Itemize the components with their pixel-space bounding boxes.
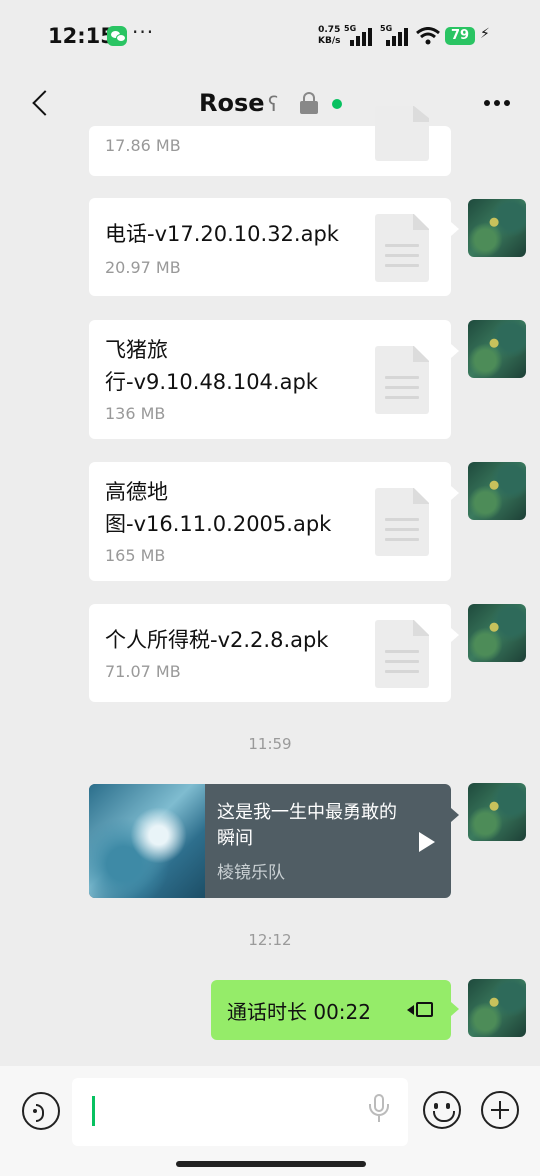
message-time: 12:12 <box>248 931 292 949</box>
avatar[interactable] <box>468 320 526 378</box>
file-message[interactable]: 电话-v17.20.10.32.apk 20.97 MB <box>89 198 459 296</box>
avatar[interactable] <box>468 199 526 257</box>
more-notifications-icon: ··· <box>132 20 155 44</box>
call-duration-text: 通话时长 00:22 <box>227 1000 371 1024</box>
online-status-dot <box>332 99 342 109</box>
ear-icon: ʕ <box>268 92 279 116</box>
home-indicator[interactable] <box>176 1161 366 1167</box>
lock-icon <box>300 92 318 114</box>
signal-icon <box>386 26 408 46</box>
avatar[interactable] <box>468 604 526 662</box>
album-cover <box>89 784 205 898</box>
music-artist: 棱镜乐队 <box>217 863 285 883</box>
file-name-line-2: 行-v9.10.48.104.apk <box>105 370 318 394</box>
file-message[interactable]: 飞猪旅 行-v9.10.48.104.apk 136 MB <box>89 320 459 439</box>
file-message[interactable]: 高德地 图-v16.11.0.2005.apk 165 MB <box>89 462 459 581</box>
bubble-tail <box>451 808 459 822</box>
wechat-icon <box>107 26 127 46</box>
video-call-icon <box>407 1001 435 1019</box>
network-speed-value: 0.75 <box>318 25 341 35</box>
file-icon <box>375 346 429 414</box>
message-input[interactable] <box>72 1078 408 1146</box>
music-message[interactable]: 这是我一生中最勇敢的瞬间 棱镜乐队 <box>89 784 451 898</box>
more-functions-button[interactable] <box>481 1091 519 1129</box>
file-icon <box>375 488 429 556</box>
avatar[interactable] <box>468 783 526 841</box>
file-size: 165 MB <box>105 546 166 565</box>
file-icon <box>375 106 429 161</box>
file-name-line-1: 飞猪旅 <box>105 338 168 362</box>
voice-input-button[interactable] <box>22 1092 60 1130</box>
network-speed-unit: KB/s <box>318 36 341 46</box>
more-button[interactable] <box>478 86 514 116</box>
message-time: 11:59 <box>248 735 292 753</box>
music-title: 这是我一生中最勇敢的瞬间 <box>217 802 397 849</box>
charging-icon: ⚡ <box>480 26 490 42</box>
text-cursor <box>92 1096 95 1126</box>
status-bar: 12:15 ··· 0.75 KB/s 5G 5G 79 ⚡ <box>0 0 540 72</box>
file-size: 71.07 MB <box>105 662 181 681</box>
file-icon <box>375 620 429 688</box>
file-name-line-1: 高德地 <box>105 480 168 504</box>
file-size: 136 MB <box>105 404 166 423</box>
contact-name[interactable]: Rose <box>199 89 265 117</box>
wifi-icon <box>416 27 440 45</box>
avatar[interactable] <box>468 462 526 520</box>
file-name: 个人所得税-v2.2.8.apk <box>105 628 329 652</box>
file-message[interactable]: 17.86 MB <box>89 106 451 176</box>
file-size: 17.86 MB <box>105 136 181 155</box>
avatar[interactable] <box>468 979 526 1037</box>
input-bar <box>0 1066 540 1176</box>
signal-icon <box>350 26 372 46</box>
call-duration-message[interactable]: 通话时长 00:22 <box>211 980 459 1040</box>
play-icon[interactable] <box>419 832 435 852</box>
back-button[interactable] <box>30 88 54 118</box>
file-name: 电话-v17.20.10.32.apk <box>105 222 339 246</box>
emoji-button[interactable] <box>423 1091 461 1129</box>
status-time: 12:15 <box>48 24 115 48</box>
file-message[interactable]: 个人所得税-v2.2.8.apk 71.07 MB <box>89 604 459 702</box>
file-size: 20.97 MB <box>105 258 181 277</box>
battery-icon: 79 <box>445 27 475 45</box>
file-icon <box>375 214 429 282</box>
network-speed: 0.75 KB/s <box>318 25 340 47</box>
mic-icon[interactable] <box>368 1094 390 1126</box>
file-name-line-2: 图-v16.11.0.2005.apk <box>105 512 332 536</box>
